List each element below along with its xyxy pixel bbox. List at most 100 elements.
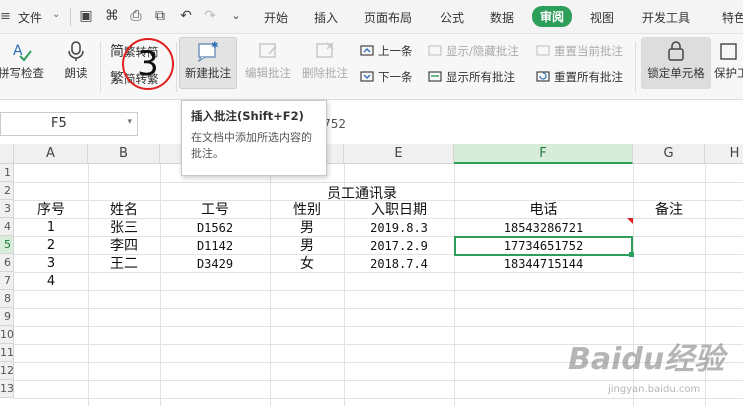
row-header-7[interactable]: 7 [0,272,14,290]
row-header-8[interactable]: 8 [0,290,14,308]
menu-icon[interactable]: ≡ [0,9,11,24]
chevron-down-icon[interactable]: ▾ [127,117,132,127]
spellcheck-button[interactable]: A 拼写检查 [0,40,48,81]
header-cell[interactable]: 备注 [633,201,705,219]
header-cell[interactable]: 工号 [160,201,270,219]
review-ribbon: A 拼写检查 朗读 简繁转简 繁简转繁 3 ✱ 新建批注 编辑批注 删除批注 上… [0,34,743,100]
table-cell[interactable]: 3 [14,255,88,273]
table-cell[interactable]: 18543286721 [454,219,633,237]
row-header-10[interactable]: 10 [0,326,14,344]
previous-comment-button[interactable]: 上一条 [360,43,413,59]
tab-special[interactable]: 特色 [722,9,743,26]
row-header-3[interactable]: 3 [0,200,14,218]
show-all-comments-button[interactable]: 显示所有批注 [428,69,515,85]
formula-bar: F5 ▾ fx 17734651752 [0,112,743,138]
column-header-e[interactable]: E [344,144,454,164]
table-cell[interactable]: D1562 [160,219,270,237]
table-cell[interactable]: 2 [14,237,88,255]
reset-current-comment-icon [536,45,550,56]
column-header-a[interactable]: A [14,144,88,164]
row-header-5[interactable]: 5 [0,236,14,254]
show-hide-comment-button[interactable]: 显示/隐藏批注 [428,43,519,59]
table-cell[interactable]: 2018.7.4 [344,255,454,273]
redo-icon[interactable]: ↷ [200,6,220,26]
row-header-11[interactable]: 11 [0,344,14,362]
watermark-url: jingyan.baidu.com [608,384,701,395]
table-cell[interactable]: 张三 [88,219,160,237]
table-cell[interactable]: 男 [270,237,344,255]
row-header-4[interactable]: 4 [0,218,14,236]
delete-comment-button[interactable]: 删除批注 [298,40,352,81]
header-cell[interactable]: 序号 [14,201,88,219]
header-cell[interactable]: 电话 [454,201,633,219]
print-icon[interactable]: ⎙ [126,6,146,26]
save-icon[interactable]: ▣ [76,6,96,26]
divider [100,42,101,92]
tab-formulas[interactable]: 公式 [440,9,464,26]
tab-home[interactable]: 开始 [264,9,288,26]
lock-cell-button[interactable]: 锁定单元格 [641,40,711,81]
header-cell[interactable]: 姓名 [88,201,160,219]
row-header-12[interactable]: 12 [0,362,14,380]
edit-comment-button[interactable]: 编辑批注 [241,40,295,81]
header-cell[interactable]: 性别 [270,201,344,219]
table-cell[interactable]: 18344715144 [454,255,633,273]
chevron-down-icon[interactable]: ⌄ [52,9,60,20]
tooltip-description: 在文档中添加所选内容的批注。 [191,131,312,160]
table-cell[interactable]: 4 [14,273,88,291]
table-cell[interactable]: D1142 [160,237,270,255]
protect-button[interactable]: 保护工 [714,40,743,81]
protect-label: 保护工 [714,66,743,80]
row-header-2[interactable]: 2 [0,182,14,200]
file-menu[interactable]: 文件 [18,9,42,26]
tab-view[interactable]: 视图 [590,9,614,26]
new-comment-tooltip: 插入批注(Shift+F2) 在文档中添加所选内容的批注。 [181,100,327,176]
column-header-f[interactable]: F [454,144,633,164]
table-cell[interactable]: 1 [14,219,88,237]
column-header-b[interactable]: B [88,144,160,164]
customize-chevron-icon[interactable]: ⌄ [226,6,246,26]
undo-icon[interactable]: ↶ [176,6,196,26]
row-header-6[interactable]: 6 [0,254,14,272]
svg-text:✱: ✱ [211,41,219,51]
fill-handle[interactable] [629,252,634,257]
row-header-13[interactable]: 13 [0,380,14,398]
tab-page-layout[interactable]: 页面布局 [364,9,412,26]
tab-data[interactable]: 数据 [490,9,514,26]
tab-review[interactable]: 审阅 [532,6,573,27]
reset-current-comment-button[interactable]: 重置当前批注 [536,43,623,59]
column-header-g[interactable]: G [633,144,705,164]
table-cell[interactable]: 2017.2.9 [344,237,454,255]
table-cell[interactable]: 李四 [88,237,160,255]
new-comment-label: 新建批注 [185,66,231,80]
spellcheck-label: 拼写检查 [0,66,44,80]
protect-icon [720,43,737,60]
table-cell[interactable]: 2019.8.3 [344,219,454,237]
tab-developer[interactable]: 开发工具 [642,9,690,26]
name-box[interactable]: F5 ▾ [0,112,138,136]
header-cell[interactable]: 入职日期 [344,201,454,219]
traditional-icon: 繁 [110,71,124,87]
tab-insert[interactable]: 插入 [314,9,338,26]
table-cell[interactable]: 男 [270,219,344,237]
show-all-comments-icon [428,71,442,82]
column-header-h[interactable]: H [705,144,743,164]
reset-current-comment-label: 重置当前批注 [554,44,623,58]
table-cell[interactable]: D3429 [160,255,270,273]
reset-all-comments-button[interactable]: 重置所有批注 [536,69,623,85]
new-comment-button[interactable]: ✱ 新建批注 [179,40,237,81]
format-painter-icon[interactable]: ⌘ [102,6,122,26]
table-cell[interactable]: 女 [270,255,344,273]
next-comment-button[interactable]: 下一条 [360,69,413,85]
select-all-corner[interactable] [0,144,14,164]
watermark: Baidu经验 jingyan.baidu.com [568,334,743,406]
row-header-1[interactable]: 1 [0,164,14,182]
table-title[interactable]: 员工通讯录 [270,183,454,203]
row-header-9[interactable]: 9 [0,308,14,326]
table-cell[interactable]: 王二 [88,255,160,273]
comment-indicator-icon[interactable] [627,218,633,224]
delete-comment-label: 删除批注 [302,66,348,80]
print-preview-icon[interactable]: ⧉ [150,6,170,26]
previous-icon [360,45,374,56]
read-aloud-button[interactable]: 朗读 [56,40,96,81]
